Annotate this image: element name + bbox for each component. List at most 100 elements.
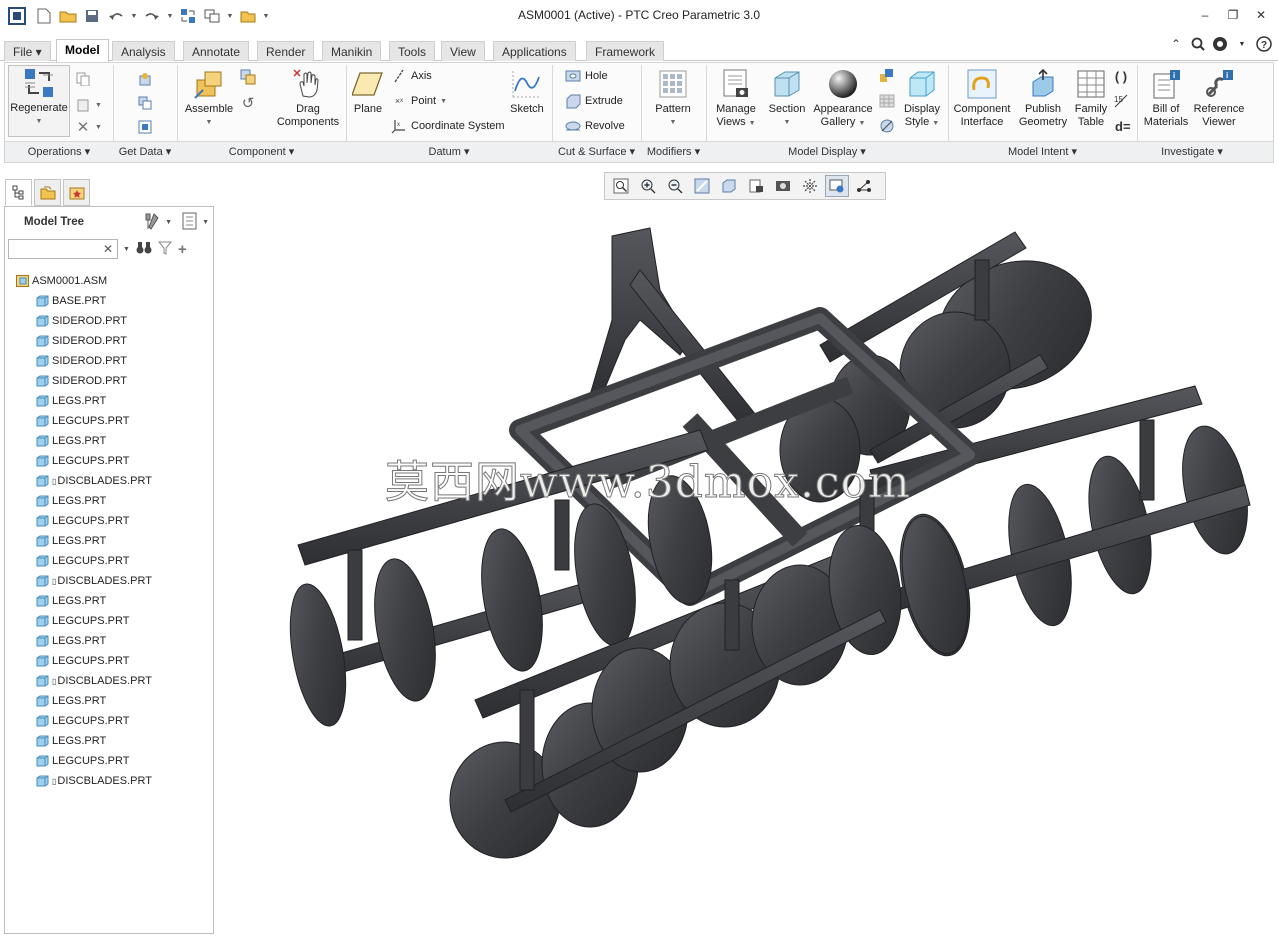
tree-item[interactable]: ▯ DISCBLADES.PRT [5, 471, 213, 491]
publish-geometry-button[interactable]: Publish Geometry [1015, 67, 1071, 129]
tab-render[interactable]: Render [257, 41, 315, 61]
assemble-button[interactable]: Assemble ▼ [183, 67, 235, 129]
add-icon[interactable]: + [178, 241, 187, 258]
display-tools-icon-1[interactable] [879, 66, 895, 86]
tree-item[interactable]: ▯ DISCBLADES.PRT [5, 571, 213, 591]
close-icon[interactable]: ✕ [1254, 6, 1268, 24]
tree-item[interactable]: LEGCUPS.PRT [5, 611, 213, 631]
clear-search-icon[interactable]: ✕ [103, 242, 113, 256]
tree-settings-dropdown-icon[interactable]: ▼ [165, 219, 172, 226]
tree-search-field[interactable]: ✕ [8, 239, 118, 259]
tree-root[interactable]: ASM0001.ASM [5, 271, 213, 291]
tree-item[interactable]: LEGCUPS.PRT [5, 451, 213, 471]
delete-icon[interactable]: ✕ ▼ [75, 117, 102, 137]
revolve-button[interactable]: Revolve [565, 116, 625, 136]
repeat-icon[interactable]: ↺ [240, 93, 256, 113]
group-model-display[interactable]: Model Display ▾ [706, 144, 948, 161]
paste-icon[interactable]: ▼ [75, 95, 102, 115]
tab-model[interactable]: Model [56, 39, 109, 62]
tree-item[interactable]: BASE.PRT [5, 291, 213, 311]
copy-icon[interactable] [75, 69, 91, 89]
coordinate-system-button[interactable]: x Coordinate System [391, 116, 505, 136]
reference-viewer-button[interactable]: i Reference Viewer [1191, 67, 1247, 129]
tree-settings-icon[interactable] [143, 212, 161, 233]
zoom-out-icon[interactable] [663, 175, 687, 197]
datum-display-icon[interactable] [798, 175, 822, 197]
manage-views-button[interactable]: Manage Views ▼ [711, 67, 761, 130]
d-equals-button[interactable]: d= [1115, 116, 1131, 136]
tree-item[interactable]: LEGCUPS.PRT [5, 511, 213, 531]
hole-button[interactable]: Hole [565, 66, 608, 86]
help-icon[interactable]: ? [1256, 36, 1272, 52]
search-icon[interactable] [1190, 36, 1206, 52]
tree-columns-icon[interactable] [182, 212, 198, 233]
tree-item[interactable]: LEGS.PRT [5, 631, 213, 651]
tree-item[interactable]: LEGS.PRT [5, 591, 213, 611]
search-dropdown-icon[interactable]: ▼ [123, 246, 130, 253]
group-datum[interactable]: Datum ▾ [346, 144, 552, 161]
copy-geometry-icon[interactable] [137, 93, 153, 113]
tab-analysis[interactable]: Analysis [112, 41, 175, 61]
tree-item[interactable]: SIDEROD.PRT [5, 331, 213, 351]
tree-item[interactable]: SIDEROD.PRT [5, 351, 213, 371]
model-tree-tab[interactable] [5, 179, 32, 206]
tree-item[interactable]: ▯ DISCBLADES.PRT [5, 671, 213, 691]
tab-annotate[interactable]: Annotate [183, 41, 250, 61]
pattern-button[interactable]: Pattern ▼ [649, 67, 697, 129]
community-dropdown-icon[interactable]: ▼ [1234, 36, 1250, 52]
tab-file[interactable]: File ▾ [4, 41, 51, 61]
tree-item[interactable]: LEGS.PRT [5, 431, 213, 451]
point-button[interactable]: ×ˣ Point ▼ [391, 91, 447, 111]
filter-icon[interactable] [157, 241, 173, 258]
group-investigate[interactable]: Investigate ▾ [1137, 144, 1247, 161]
tab-applications[interactable]: Applications [493, 41, 576, 61]
tree-item[interactable]: LEGS.PRT [5, 491, 213, 511]
tab-manikin[interactable]: Manikin [322, 41, 382, 61]
repaint-icon[interactable] [690, 175, 714, 197]
tree-item[interactable]: SIDEROD.PRT [5, 371, 213, 391]
tree-item[interactable]: LEGCUPS.PRT [5, 411, 213, 431]
parameters-icon[interactable]: 15 [1113, 91, 1129, 111]
tab-tools[interactable]: Tools [389, 41, 436, 61]
tree-search-input[interactable] [11, 241, 101, 257]
sketch-button[interactable]: Sketch [505, 67, 549, 116]
group-cut-surface[interactable]: Cut & Surface ▾ [552, 144, 641, 161]
drag-components-button[interactable]: Drag Components [273, 67, 343, 129]
tree-item[interactable]: ▯ DISCBLADES.PRT [5, 771, 213, 791]
saved-orientations-icon[interactable] [717, 175, 741, 197]
axis-button[interactable]: Axis [391, 66, 432, 86]
collapse-ribbon-icon[interactable]: ⌃ [1168, 36, 1184, 52]
favorites-tab[interactable] [63, 179, 90, 206]
display-style-button[interactable]: Display Style ▼ [901, 67, 943, 130]
user-defined-feature-icon[interactable] [137, 69, 153, 89]
spin-center-icon[interactable] [825, 175, 849, 197]
shrinkwrap-icon[interactable] [137, 117, 153, 137]
tree-item[interactable]: LEGS.PRT [5, 531, 213, 551]
view-manager-icon[interactable] [744, 175, 768, 197]
tree-item[interactable]: LEGCUPS.PRT [5, 751, 213, 771]
section-button[interactable]: Section ▼ [765, 67, 809, 129]
community-icon[interactable] [1212, 36, 1228, 52]
plane-button[interactable]: Plane [349, 67, 387, 116]
folder-browser-tab[interactable] [34, 179, 61, 206]
zoom-in-icon[interactable] [636, 175, 660, 197]
tree-item[interactable]: LEGCUPS.PRT [5, 711, 213, 731]
group-model-intent[interactable]: Model Intent ▾ [948, 144, 1137, 161]
tab-view[interactable]: View [441, 41, 485, 61]
bill-of-materials-button[interactable]: i Bill of Materials [1140, 67, 1192, 129]
tab-framework[interactable]: Framework [586, 41, 665, 61]
group-modifiers[interactable]: Modifiers ▾ [641, 144, 706, 161]
tree-columns-dropdown-icon[interactable]: ▼ [202, 219, 209, 226]
extrude-button[interactable]: Extrude [565, 91, 623, 111]
family-table-button[interactable]: Family Table [1069, 67, 1113, 129]
tree-item[interactable]: LEGS.PRT [5, 391, 213, 411]
tree-item[interactable]: LEGS.PRT [5, 731, 213, 751]
tree-item[interactable]: LEGS.PRT [5, 691, 213, 711]
appearance-gallery-button[interactable]: Appearance Gallery ▼ [811, 67, 875, 130]
tree-item[interactable]: SIDEROD.PRT [5, 311, 213, 331]
find-binoculars-icon[interactable] [136, 241, 152, 258]
display-tools-icon-2[interactable] [879, 91, 895, 111]
graphics-area[interactable]: 莫西网www.3dmox.com [216, 200, 1276, 934]
group-component[interactable]: Component ▾ [177, 144, 346, 161]
tree-item[interactable]: LEGCUPS.PRT [5, 551, 213, 571]
